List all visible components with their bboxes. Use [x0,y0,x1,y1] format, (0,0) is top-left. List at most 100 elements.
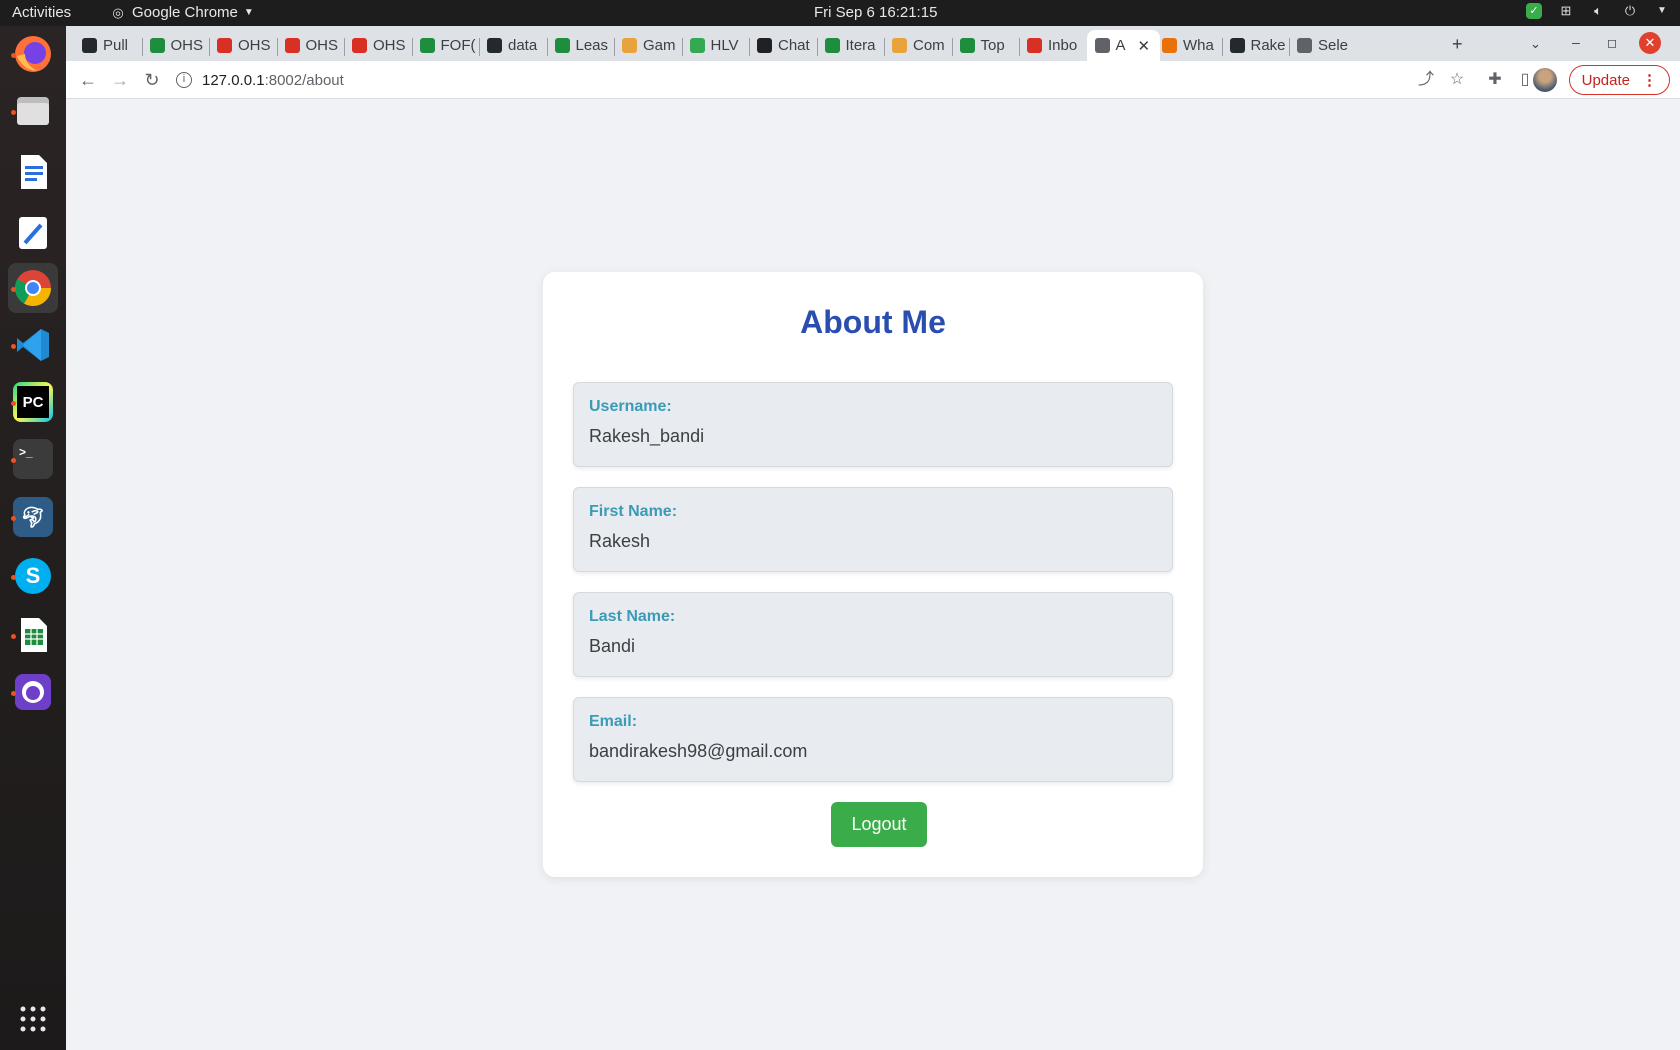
red-cross-icon [217,38,232,53]
tab-label: Sele [1318,37,1349,54]
about-card: About Me Username: Rakesh_bandi First Na… [543,272,1203,877]
tab-label: Chat [778,37,810,54]
dock-firefox[interactable] [8,29,58,79]
dock-writer[interactable] [8,147,58,197]
dock-text-editor[interactable] [8,208,58,258]
share-icon[interactable]: ⤴ [1415,69,1437,91]
browser-tab[interactable]: Leas [547,30,615,61]
infinity-icon [824,38,840,53]
browser-tab[interactable]: Rake [1222,30,1290,61]
chrome-small-icon: ◎ [112,4,124,20]
last-name-value: Bandi [589,636,636,656]
site-info-icon[interactable]: i [176,72,192,88]
dock-skype[interactable]: S [8,551,58,601]
page-title: About Me [800,304,946,340]
extensions-puzzle-icon[interactable]: ✚ [1484,69,1506,91]
tab-label: data [508,37,538,54]
browser-tab[interactable]: Itera [817,30,885,61]
chevron-down-icon[interactable]: ▼ [1654,3,1670,19]
volume-icon[interactable]: 🔈︎ [1590,3,1606,19]
back-button[interactable]: ← [76,68,100,92]
infinity-icon [959,38,975,53]
close-window-button[interactable]: ✕ [1639,32,1661,54]
app-grid-icon [20,1006,46,1032]
browser-tab[interactable]: Com [884,30,952,61]
browser-tab[interactable]: Pull [74,30,142,61]
forward-button[interactable]: → [108,68,132,92]
gmail-icon [1027,38,1042,53]
url-path: :8002/about [264,71,344,89]
logout-button[interactable]: Logout [831,802,927,847]
browser-tab[interactable]: Sele [1289,30,1357,61]
maximize-button[interactable]: ◻ [1607,36,1617,50]
update-button[interactable]: Update ⋮ [1568,65,1670,95]
power-icon[interactable]: ⏻ [1622,3,1638,19]
dock-github-desktop[interactable] [8,667,58,717]
vscode-icon [17,329,49,361]
new-tab-button[interactable]: + [1452,34,1463,55]
system-tray[interactable]: ✓ ⊞ 🔈︎ ⏻ ▼ [1526,3,1670,19]
tab-strip: Pull OHS OHS OHS OHS FOF(data Leas Gam HLV Chat It… [66,26,1680,61]
dock-vscode[interactable] [8,320,58,370]
clock[interactable]: Fri Sep 6 16:21:15 [814,4,937,21]
dock-pycharm[interactable]: PC [8,377,58,427]
kebab-menu-icon[interactable]: ⋮ [1642,71,1657,89]
app-menu[interactable]: ◎ Google Chrome ▼ [110,4,253,21]
tab-search-chevron-icon[interactable]: ⌄ [1530,36,1541,52]
email-value: bandirakesh98@gmail.com [589,741,808,761]
browser-tab[interactable]: Inbo [1019,30,1087,61]
browser-tab[interactable]: OHS [344,30,412,61]
first-name-field: First Name: Rakesh [573,487,1173,572]
terminal-icon: >_ [13,439,53,479]
reload-button[interactable]: ↻ [140,68,164,92]
github-icon [487,38,502,53]
address-bar[interactable]: i 127.0.0.1:8002/about [176,65,1416,95]
tab-label: Leas [575,37,609,54]
red-cross-icon [284,38,300,53]
tab-close-icon[interactable]: ✕ [1138,37,1151,55]
show-apps-button[interactable] [8,994,58,1044]
tab-label: Itera [845,37,876,54]
username-value: Rakesh_bandi [589,426,705,446]
page-viewport: About Me Username: Rakesh_bandi First Na… [66,99,1680,1050]
browser-tab[interactable]: OHS [209,30,277,61]
dock-calc[interactable] [8,610,58,660]
dock-chrome[interactable] [8,263,58,313]
tab-label: FOF( [440,37,476,54]
browser-tab[interactable]: OHS [277,30,345,61]
calc-icon [21,618,47,652]
profile-avatar[interactable] [1533,68,1557,92]
mysql-workbench-icon: 🐬︎ [13,497,53,537]
browser-tab[interactable]: HLV [682,30,750,61]
bookmark-star-icon[interactable]: ☆ [1446,69,1468,91]
skype-icon: S [15,558,51,594]
shield-check-icon[interactable]: ✓ [1526,3,1542,19]
bar-chart-icon [689,38,705,53]
tab-label: Pull [103,37,129,54]
update-label: Update [1581,71,1630,89]
first-name-value: Rakesh [589,531,651,551]
browser-tab[interactable]: Wha [1154,30,1222,61]
browser-tab[interactable]: Chat [749,30,817,61]
browser-tab[interactable]: Top [952,30,1020,61]
dock-terminal[interactable]: >_ [8,434,58,484]
browser-tab[interactable]: FOF( [412,30,480,61]
browser-tab[interactable]: data [479,30,547,61]
sheets-icon [554,38,570,53]
dock: PC >_ 🐬︎ S [0,26,66,1050]
browser-tab[interactable]: Gam [614,30,682,61]
username-field: Username: Rakesh_bandi [573,382,1173,467]
network-icon[interactable]: ⊞ [1558,3,1574,19]
email-field: Email: bandirakesh98@gmail.com [573,697,1173,782]
app-menu-label: Google Chrome [132,4,238,21]
dock-mysql-workbench[interactable]: 🐬︎ [8,492,58,542]
text-editor-icon [19,217,47,249]
globe-icon [1297,38,1312,53]
tab-label: OHS [305,37,339,54]
minimize-button[interactable]: – [1572,34,1580,50]
browser-toolbar: ← → ↻ i 127.0.0.1:8002/about ⤴ ☆ ✚ ▯ Upd… [66,61,1680,99]
browser-tab[interactable]: A ✕ [1086,30,1160,61]
dock-files[interactable] [8,86,58,136]
activities-button[interactable]: Activities [12,4,71,21]
browser-tab[interactable]: OHS [142,30,210,61]
